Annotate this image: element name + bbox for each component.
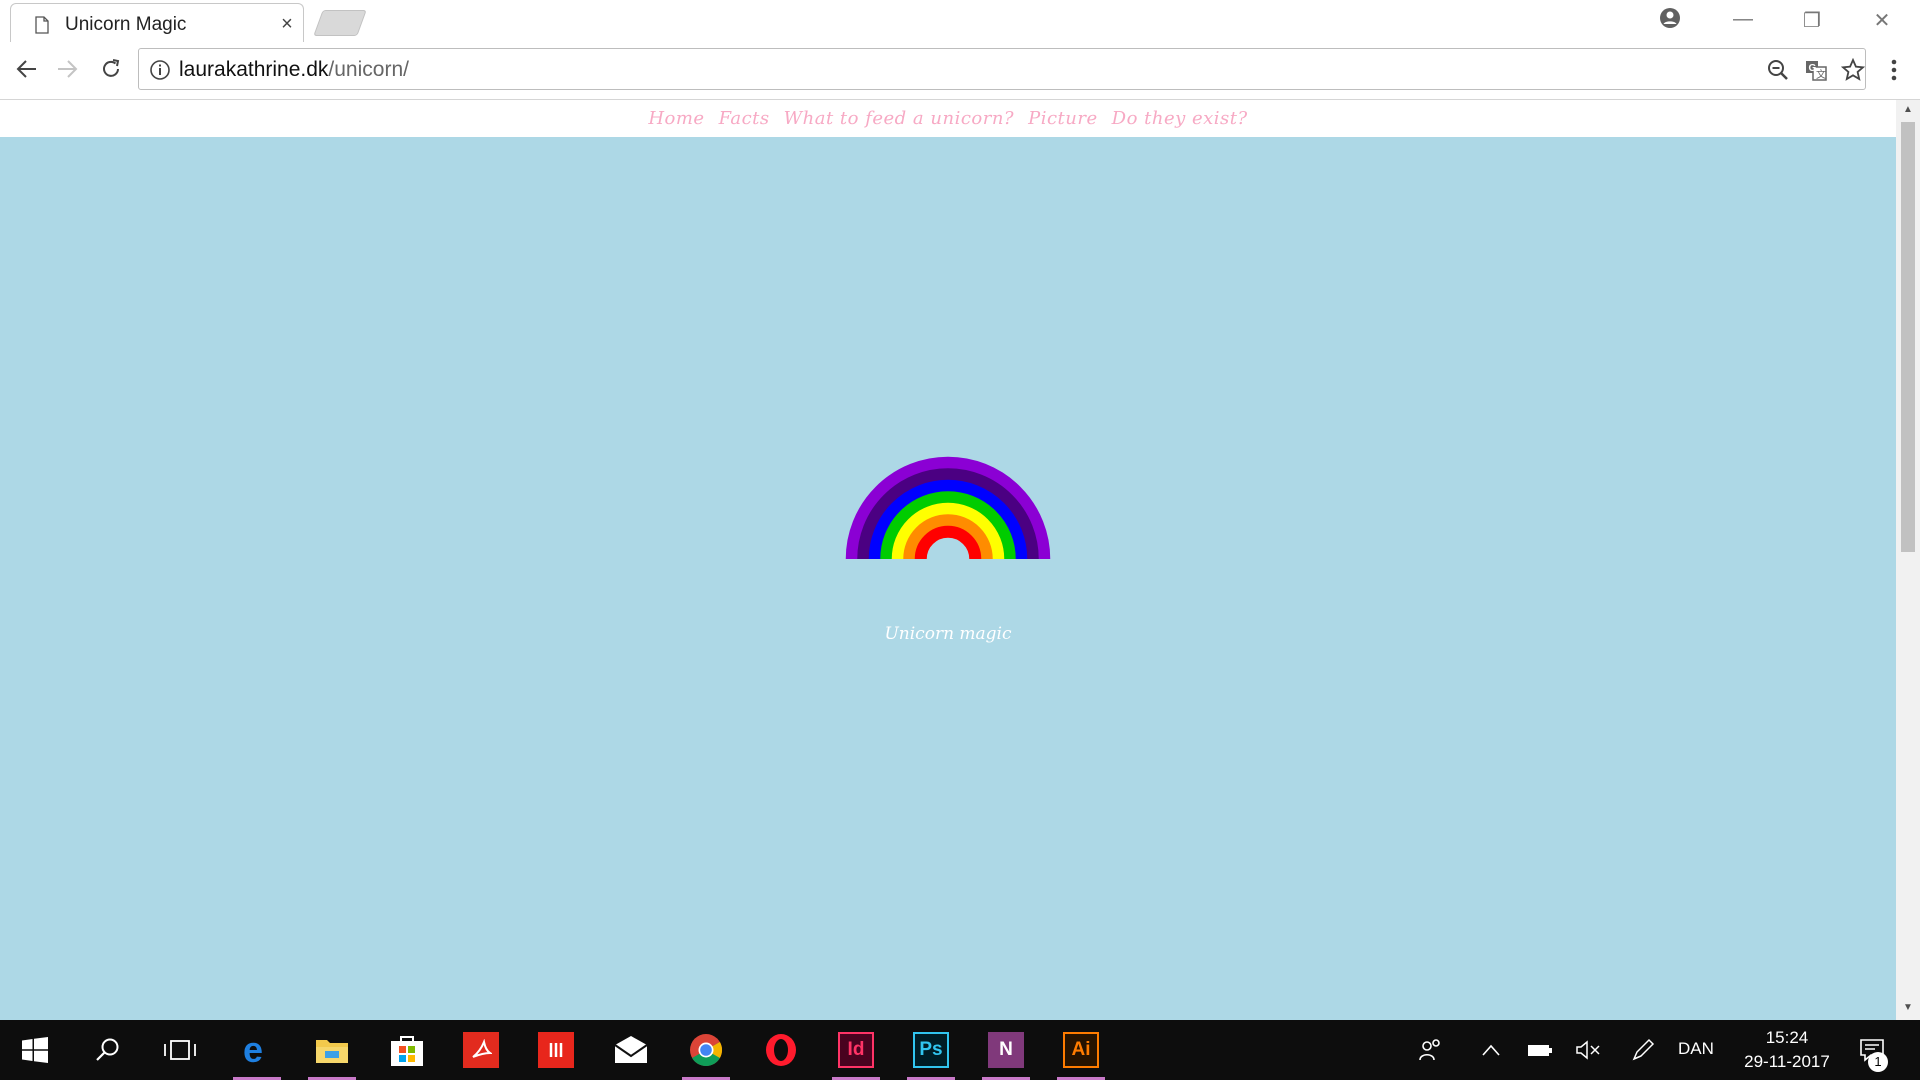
pen-icon: [1632, 1038, 1655, 1061]
taskbar-chrome[interactable]: [676, 1020, 736, 1080]
show-hidden-icons-button[interactable]: [1478, 1020, 1504, 1080]
page-scrollbar[interactable]: ▲ ▼: [1896, 100, 1920, 1020]
browser-toolbar: laurakathrine.dk/unicorn/ G 文: [0, 42, 1920, 100]
illustrator-icon: Ai: [1063, 1032, 1099, 1068]
indesign-icon: Id: [838, 1032, 874, 1068]
forward-arrow-icon: [58, 60, 78, 78]
system-clock[interactable]: 15:24 29-11-2017: [1732, 1026, 1842, 1074]
edge-icon: e: [243, 1034, 263, 1066]
taskbar-mail[interactable]: [601, 1020, 661, 1080]
notification-count-badge: 1: [1868, 1052, 1888, 1072]
search-icon: [96, 1038, 119, 1061]
volume-muted-icon: [1576, 1040, 1600, 1060]
tab-strip: Unicorn Magic × — ❐ ✕: [0, 0, 1920, 42]
new-tab-button[interactable]: [313, 10, 367, 36]
acrobat-icon: [463, 1032, 499, 1068]
opera-icon: [766, 1034, 796, 1066]
task-view-button[interactable]: [150, 1020, 210, 1080]
browser-menu-icon[interactable]: [1880, 56, 1908, 86]
scroll-up-icon[interactable]: ▲: [1902, 104, 1914, 115]
mail-icon: [614, 1036, 648, 1063]
windows-taskbar: e Id Ps N Ai DAN 15:24 29-11-2017 1: [0, 1020, 1920, 1080]
windows-start-icon: [22, 1037, 48, 1063]
taskbar-file-explorer[interactable]: [302, 1020, 362, 1080]
tab-close-button[interactable]: ×: [277, 13, 297, 36]
rainbow-image: [845, 456, 1051, 560]
back-arrow-icon: [16, 60, 36, 78]
svg-text:e: e: [243, 1034, 263, 1066]
back-button[interactable]: [12, 54, 42, 84]
nav-link-what-to-feed[interactable]: What to feed a unicorn?: [784, 108, 1014, 129]
start-button[interactable]: [5, 1020, 65, 1080]
nav-link-facts[interactable]: Facts: [719, 108, 770, 129]
page-icon: [35, 16, 49, 34]
scroll-down-icon[interactable]: ▼: [1902, 1002, 1914, 1013]
browser-tab[interactable]: Unicorn Magic ×: [10, 3, 304, 42]
taskbar-photoshop[interactable]: Ps: [901, 1020, 961, 1080]
svg-text:文: 文: [1816, 68, 1826, 81]
photoshop-icon: Ps: [913, 1032, 949, 1068]
people-icon: [1419, 1039, 1440, 1061]
minimize-button[interactable]: —: [1728, 8, 1758, 31]
restore-button[interactable]: ❐: [1797, 8, 1827, 33]
nav-link-home[interactable]: Home: [648, 108, 704, 129]
pen-workspace-button[interactable]: [1628, 1020, 1658, 1080]
taskbar-indesign[interactable]: Id: [826, 1020, 886, 1080]
tab-title: Unicorn Magic: [65, 14, 187, 35]
action-center-button[interactable]: [1854, 1020, 1890, 1080]
file-explorer-icon: [316, 1040, 348, 1063]
url-text[interactable]: laurakathrine.dk/unicorn/: [179, 58, 409, 82]
taskbar-edge[interactable]: e: [227, 1020, 287, 1080]
input-language[interactable]: DAN: [1678, 1039, 1714, 1059]
address-bar[interactable]: laurakathrine.dk/unicorn/ G 文: [138, 48, 1866, 90]
nav-link-do-they-exist[interactable]: Do they exist?: [1112, 108, 1248, 129]
close-window-button[interactable]: ✕: [1867, 8, 1897, 33]
taskbar-onenote[interactable]: N: [976, 1020, 1036, 1080]
search-button[interactable]: [78, 1020, 138, 1080]
zoom-icon[interactable]: [1766, 58, 1790, 82]
taskbar-acrobat[interactable]: [451, 1020, 511, 1080]
translate-icon[interactable]: G 文: [1804, 58, 1828, 82]
profile-icon[interactable]: [1658, 6, 1682, 30]
battery-icon: [1528, 1045, 1552, 1056]
rainbow-band: [914, 525, 982, 560]
page-viewport: Home Facts What to feed a unicorn? Pictu…: [0, 100, 1896, 1020]
site-navigation: Home Facts What to feed a unicorn? Pictu…: [0, 100, 1896, 137]
chevron-up-icon: [1482, 1044, 1500, 1056]
clock-time: 15:24: [1765, 1028, 1809, 1047]
hero-text: Unicorn magic: [884, 624, 1012, 644]
taskbar-opera[interactable]: [751, 1020, 811, 1080]
info-icon[interactable]: [149, 59, 171, 81]
taskbar-illustrator[interactable]: Ai: [1051, 1020, 1111, 1080]
onenote-icon: N: [988, 1032, 1024, 1068]
chrome-icon: [690, 1034, 723, 1066]
bookmark-star-icon[interactable]: [1841, 58, 1865, 82]
nav-link-picture[interactable]: Picture: [1028, 108, 1098, 129]
taskbar-red-app[interactable]: [526, 1020, 586, 1080]
scroll-thumb[interactable]: [1901, 122, 1915, 552]
clock-date: 29-11-2017: [1744, 1052, 1830, 1071]
reload-button[interactable]: [96, 54, 126, 84]
forward-button[interactable]: [52, 54, 82, 84]
task-view-icon: [164, 1040, 196, 1060]
app-red-icon: [538, 1032, 574, 1068]
people-button[interactable]: [1416, 1020, 1446, 1080]
store-icon: [391, 1036, 423, 1066]
taskbar-store[interactable]: [377, 1020, 437, 1080]
volume-button[interactable]: [1573, 1020, 1603, 1080]
battery-button[interactable]: [1525, 1020, 1555, 1080]
reload-icon: [103, 59, 120, 77]
